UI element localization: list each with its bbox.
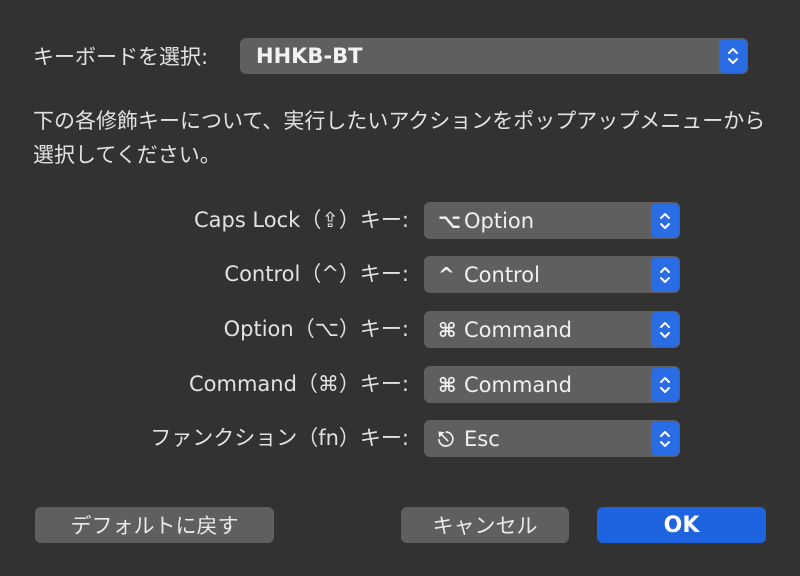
modifier-row-function: ファンクション（fn）キー: ⎋ Esc xyxy=(0,420,800,457)
modifier-select-value: Command xyxy=(464,317,572,342)
modifier-select-value: Control xyxy=(464,262,540,287)
modifier-row-command: Command（⌘）キー: ⌘ Command xyxy=(0,366,800,403)
modifier-keys-dialog: キーボードを選択: HHKB-BT 下の各修飾キーについて、実行したいアクション… xyxy=(0,0,800,576)
keyboard-select-label: キーボードを選択: xyxy=(33,45,209,69)
chevron-updown-icon xyxy=(651,421,679,456)
modifier-label: Caps Lock（⇪）キー: xyxy=(193,208,409,232)
chevron-updown-icon xyxy=(651,367,679,402)
modifier-label: Command（⌘）キー: xyxy=(188,372,409,396)
chevron-updown-icon xyxy=(651,203,679,238)
instruction-text: 下の各修飾キーについて、実行したいアクションをポップアップメニューから選択してく… xyxy=(33,109,766,167)
keyboard-select[interactable]: HHKB-BT xyxy=(240,38,748,74)
function-action-select[interactable]: ⎋ Esc xyxy=(424,420,680,457)
command-key-icon: ⌘ xyxy=(438,317,457,342)
modifier-row-option: Option（⌥）キー: ⌘ Command xyxy=(0,311,800,348)
option-key-icon: ⌥ xyxy=(438,208,462,233)
escape-key-icon: ⎋ xyxy=(438,426,454,451)
modifier-label: Option（⌥）キー: xyxy=(223,317,409,341)
keyboard-select-value: HHKB-BT xyxy=(256,44,363,68)
modifier-select-value: Esc xyxy=(464,426,500,451)
command-key-icon: ⌘ xyxy=(438,372,457,397)
chevron-updown-icon xyxy=(651,257,679,292)
modifier-select-value: Option xyxy=(464,208,535,233)
option-action-select[interactable]: ⌘ Command xyxy=(424,311,680,348)
keyboard-select-row: キーボードを選択: HHKB-BT xyxy=(33,38,748,74)
caps-lock-action-select[interactable]: ⌥ Option xyxy=(424,202,680,239)
modifier-label: ファンクション（fn）キー: xyxy=(150,426,409,450)
modifier-select-value: Command xyxy=(464,372,572,397)
ok-button[interactable]: OK xyxy=(597,507,766,543)
command-action-select[interactable]: ⌘ Command xyxy=(424,366,680,403)
modifier-row-control: Control（^）キー: ^ Control xyxy=(0,256,800,293)
modifier-label: Control（^）キー: xyxy=(224,262,409,286)
control-action-select[interactable]: ^ Control xyxy=(424,256,680,293)
chevron-updown-icon xyxy=(719,39,747,73)
modifier-row-caps-lock: Caps Lock（⇪）キー: ⌥ Option xyxy=(0,202,800,239)
restore-defaults-button[interactable]: デフォルトに戻す xyxy=(35,507,274,543)
cancel-button[interactable]: キャンセル xyxy=(401,507,569,543)
control-key-icon: ^ xyxy=(438,262,455,287)
chevron-updown-icon xyxy=(651,312,679,347)
